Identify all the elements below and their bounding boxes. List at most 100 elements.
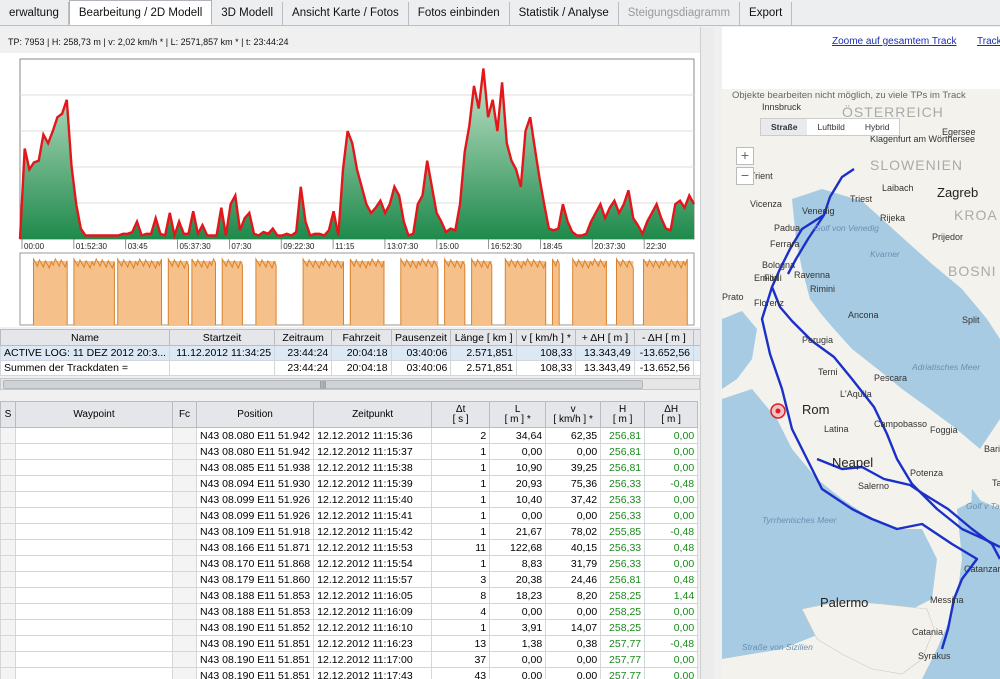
summary-scrollbar[interactable]: ||| <box>0 378 700 390</box>
waypoint-cell: N43 08.188 E11 51.853 <box>195 603 315 620</box>
waypoint-cell <box>15 635 173 652</box>
tab-export[interactable]: Export <box>740 2 793 25</box>
map-notice: Objekte bearbeiten nicht möglich, zu vie… <box>732 90 966 101</box>
map-place-label: Tyrrhenisches Meer <box>762 515 837 525</box>
waypoint-row[interactable]: N43 08.190 E11 51.851 12.12.2012 11:17:43… <box>0 667 699 679</box>
summary-col-header[interactable]: + ΔH [ m ] <box>575 329 635 346</box>
speed-segment <box>303 261 344 325</box>
waypoint-row[interactable]: N43 08.085 E11 51.938 12.12.2012 11:15:38… <box>0 459 699 476</box>
map-type-hybrid[interactable]: Hybrid <box>855 119 900 135</box>
x-tick-label: 20:37:30 <box>594 242 626 251</box>
map-place-label: Triest <box>850 194 873 204</box>
summary-col-header[interactable]: Zeitraum <box>274 329 333 346</box>
waypoint-col-header[interactable]: ΔH [ m ] <box>644 401 699 428</box>
waypoint-cell: N43 08.080 E11 51.942 <box>195 427 315 444</box>
tab-fotos-einbinden[interactable]: Fotos einbinden <box>409 2 510 25</box>
waypoint-cell <box>15 619 173 636</box>
summary-scrollbar-thumb[interactable]: ||| <box>3 380 643 389</box>
waypoint-cell <box>0 459 16 476</box>
tab-ansicht-karte[interactable]: Ansicht Karte / Fotos <box>283 2 409 25</box>
map-place-label: Adriatisches Meer <box>912 362 981 372</box>
map-place-label: Campobasso <box>874 419 928 429</box>
waypoint-cell: N43 08.190 E11 51.851 <box>195 635 315 652</box>
map-place-label: Rimini <box>810 284 836 294</box>
waypoint-col-header[interactable]: Fc <box>172 401 197 428</box>
waypoint-cell: 0,00 <box>489 603 547 620</box>
waypoint-cell: N43 08.085 E11 51.938 <box>195 459 315 476</box>
map-place-label: Vicenza <box>750 199 782 209</box>
waypoint-cell: 0,00 <box>545 507 602 524</box>
waypoint-cell: 0,00 <box>489 667 547 679</box>
waypoint-cell: 12.12.2012 11:16:10 <box>313 619 433 636</box>
waypoint-row[interactable]: N43 08.179 E11 51.860 12.12.2012 11:15:57… <box>0 571 699 588</box>
waypoint-cell: 1 <box>431 507 491 524</box>
waypoint-cell: 1,44 <box>644 587 699 604</box>
waypoint-cell: N43 08.109 E11 51.918 <box>195 523 315 540</box>
elevation-chart-svg: 00:00 01:52:30 03:45 05:37:30 07:30 09:22:30 1… <box>18 58 696 326</box>
waypoint-cell <box>172 603 197 620</box>
waypoint-row[interactable]: N43 08.099 E11 51.926 12.12.2012 11:15:41… <box>0 507 699 524</box>
summary-cell: 03:40:06 <box>390 360 452 376</box>
summary-col-header[interactable]: Länge [ km ] <box>450 329 518 346</box>
waypoint-col-header[interactable]: Δt [ s ] <box>431 401 491 428</box>
waypoint-row[interactable]: N43 08.188 E11 51.853 12.12.2012 11:16:09… <box>0 603 699 620</box>
tab-3d-modell[interactable]: 3D Modell <box>212 2 284 25</box>
waypoint-cell <box>0 635 16 652</box>
waypoint-col-header[interactable]: Zeitpunkt <box>313 401 433 428</box>
waypoint-col-header[interactable]: L [ m ] * <box>489 401 547 428</box>
track-link[interactable]: Track <box>977 36 1000 47</box>
waypoint-row[interactable]: N43 08.099 E11 51.926 12.12.2012 11:15:40… <box>0 491 699 508</box>
waypoint-col-header[interactable]: Position <box>195 401 315 428</box>
waypoint-row[interactable]: N43 08.190 E11 51.852 12.12.2012 11:16:10… <box>0 619 699 636</box>
waypoint-row[interactable]: N43 08.190 E11 51.851 12.12.2012 11:17:00… <box>0 651 699 668</box>
elevation-chart[interactable]: 00:00 01:52:30 03:45 05:37:30 07:30 09:22:30 1… <box>0 53 700 327</box>
waypoint-cell: 1 <box>431 619 491 636</box>
map-place-label: Forlì <box>764 273 782 283</box>
map-type-aerial[interactable]: Luftbild <box>807 119 854 135</box>
waypoint-col-header[interactable]: Waypoint <box>15 401 173 428</box>
waypoint-row[interactable]: N43 08.094 E11 51.930 12.12.2012 11:15:39… <box>0 475 699 492</box>
speed-segment <box>616 261 634 325</box>
waypoint-row[interactable]: N43 08.188 E11 51.853 12.12.2012 11:16:05… <box>0 587 699 604</box>
waypoint-cell: 256,81 <box>600 459 646 476</box>
summary-col-header[interactable]: Name <box>0 329 171 346</box>
waypoint-cell: 1 <box>431 491 491 508</box>
waypoint-cell <box>0 443 16 460</box>
waypoint-row[interactable]: N43 08.080 E11 51.942 12.12.2012 11:15:36… <box>0 427 699 444</box>
waypoint-row[interactable]: N43 08.109 E11 51.918 12.12.2012 11:15:42… <box>0 523 699 540</box>
waypoint-cell: 0,48 <box>644 539 699 556</box>
map-place-label: Messina <box>930 595 964 605</box>
zoom-to-track-link[interactable]: Zoome auf gesamtem Track <box>832 36 957 47</box>
summary-col-header[interactable]: Pausenzeit <box>390 329 452 346</box>
waypoint-row[interactable]: N43 08.166 E11 51.871 12.12.2012 11:15:53… <box>0 539 699 556</box>
waypoint-col-header[interactable]: H [ m ] <box>600 401 646 428</box>
summary-cell: 03:40:06 <box>390 345 452 361</box>
speed-segment <box>505 261 546 325</box>
map-type-road[interactable]: Straße <box>761 119 808 135</box>
map-place-label: Laibach <box>882 183 914 193</box>
waypoint-row[interactable]: N43 08.190 E11 51.851 12.12.2012 11:16:23… <box>0 635 699 652</box>
tab-statistik[interactable]: Statistik / Analyse <box>510 2 619 25</box>
tab-verwaltung[interactable]: erwaltung <box>0 2 69 25</box>
tab-bar: erwaltung Bearbeitung / 2D Modell 3D Mod… <box>0 0 1000 26</box>
tab-bearbeitung-2d[interactable]: Bearbeitung / 2D Modell <box>68 0 213 25</box>
summary-col-header[interactable]: Fahrzeit <box>331 329 392 346</box>
waypoint-cell: 62,35 <box>545 427 602 444</box>
waypoint-cell <box>0 539 16 556</box>
map-zoom-out-button[interactable]: − <box>736 167 754 185</box>
waypoint-cell: N43 08.170 E11 51.868 <box>195 555 315 572</box>
waypoint-col-header[interactable]: v [ km/h ] * <box>545 401 602 428</box>
main-vertical-scrollbar[interactable] <box>700 27 714 679</box>
summary-col-header[interactable]: - ΔH [ m ] <box>633 329 695 346</box>
summary-col-header[interactable]: Startzeit <box>169 329 276 346</box>
map-zoom-in-button[interactable]: + <box>736 147 754 165</box>
map-type-switcher: Straße Luftbild Hybrid <box>760 118 901 136</box>
waypoint-row[interactable]: N43 08.080 E11 51.942 12.12.2012 11:15:37… <box>0 443 699 460</box>
waypoint-cell: 3 <box>431 571 491 588</box>
x-tick-label: 03:45 <box>128 242 149 251</box>
waypoint-row[interactable]: N43 08.170 E11 51.868 12.12.2012 11:15:54… <box>0 555 699 572</box>
summary-row[interactable]: ACTIVE LOG: 11 DEZ 2012 20:3... 11.12.201… <box>0 345 714 361</box>
waypoint-col-header[interactable]: S <box>0 401 16 428</box>
summary-row[interactable]: Summen der Trackdaten = 23:44:24 20:04:18 0… <box>0 360 714 376</box>
summary-col-header[interactable]: v [ km/h ] * <box>516 329 577 346</box>
